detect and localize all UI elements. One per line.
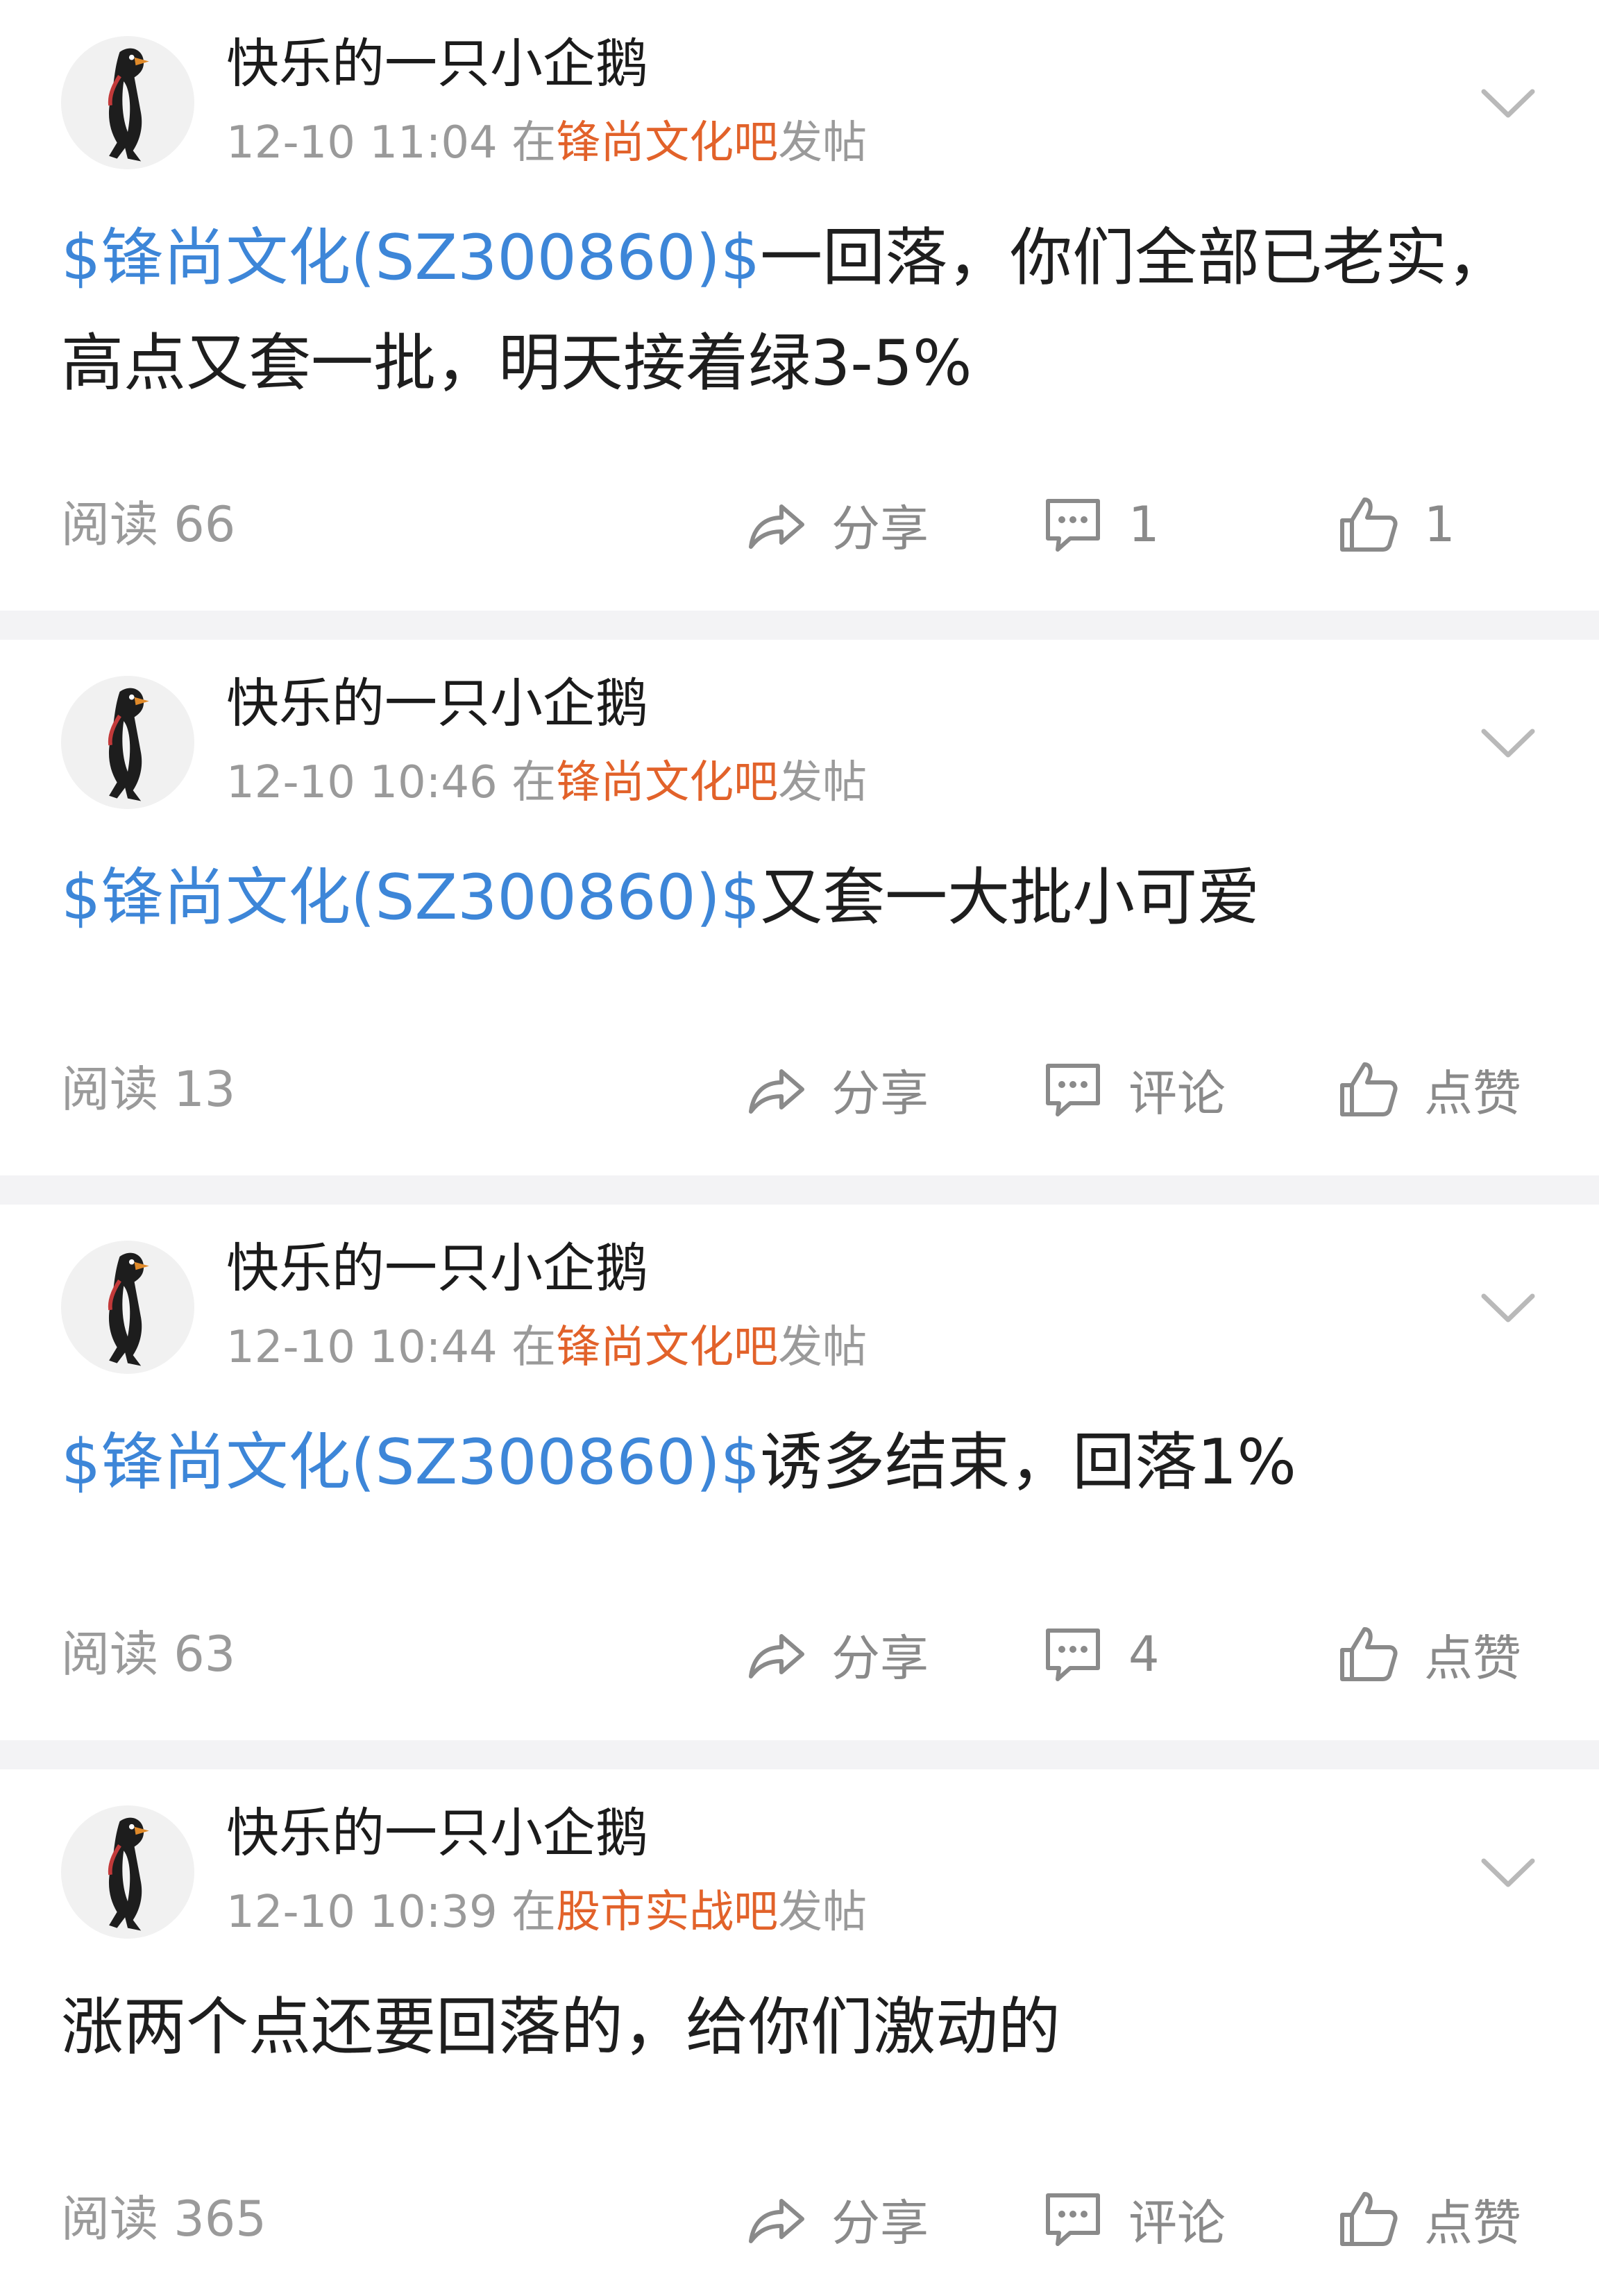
forum-link[interactable]: 锋尚文化吧	[556, 1322, 778, 1373]
share-label: 分享	[831, 1064, 929, 1122]
comment-button[interactable]: 4	[1038, 1613, 1160, 1696]
post-feed: 快乐的一只小企鹅 12-10 11:04 在锋尚文化吧发帖 $锋尚文化(SZ30…	[0, 0, 1599, 2296]
read-count: 阅读 365	[61, 2191, 266, 2247]
post-meta: 12-10 10:39 在股市实战吧发帖	[226, 1885, 867, 1940]
comment-bubble-icon	[1046, 2193, 1100, 2246]
share-button[interactable]: 分享	[741, 2177, 929, 2261]
share-button[interactable]: 分享	[741, 1613, 929, 1696]
post-content[interactable]: $锋尚文化(SZ300860)$诱多结束，回落1%	[61, 1410, 1532, 1515]
post-content[interactable]: $锋尚文化(SZ300860)$一回落，你们全部已老实，高点又套一批，明天接着绿…	[61, 205, 1532, 416]
post-time: 12-10 10:46	[226, 757, 498, 808]
like-label: 点赞	[1424, 2194, 1521, 2252]
meta-prefix: 在	[497, 1322, 557, 1373]
post-time: 12-10 11:04	[226, 117, 498, 169]
post-actions: 阅读 66 分享 1 1	[0, 483, 1599, 566]
post-card[interactable]: 快乐的一只小企鹅 12-10 10:44 在锋尚文化吧发帖 $锋尚文化(SZ30…	[0, 1205, 1599, 1740]
post-actions: 阅读 365 分享 评论 点赞	[0, 2177, 1599, 2261]
post-card[interactable]: 快乐的一只小企鹅 12-10 11:04 在锋尚文化吧发帖 $锋尚文化(SZ30…	[0, 0, 1599, 611]
chevron-down-icon[interactable]	[1470, 1846, 1546, 1901]
divider	[0, 1740, 1599, 1769]
read-count: 阅读 63	[61, 1626, 236, 1683]
comment-button[interactable]: 1	[1038, 483, 1160, 566]
share-label: 分享	[831, 500, 929, 557]
like-label: 点赞	[1424, 1064, 1521, 1122]
post-content[interactable]: 涨两个点还要回落的，给你们激动的	[61, 1975, 1532, 2080]
like-button[interactable]: 1	[1334, 483, 1455, 566]
comment-label: 评论	[1128, 1064, 1226, 1122]
share-button[interactable]: 分享	[741, 1048, 929, 1131]
chevron-down-icon[interactable]	[1470, 1281, 1546, 1336]
meta-suffix: 发帖	[778, 1322, 868, 1373]
chevron-down-icon[interactable]	[1470, 716, 1546, 772]
thumbs-up-icon	[1340, 498, 1398, 552]
thumbs-up-icon	[1340, 1627, 1398, 1681]
share-button[interactable]: 分享	[741, 483, 929, 566]
post-meta: 12-10 10:46 在锋尚文化吧发帖	[226, 755, 867, 810]
stock-tag-link[interactable]: $锋尚文化(SZ300860)$	[61, 861, 760, 934]
post-time: 12-10 10:39	[226, 1887, 498, 1938]
username[interactable]: 快乐的一只小企鹅	[226, 31, 648, 97]
username[interactable]: 快乐的一只小企鹅	[226, 1235, 648, 1302]
share-arrow-icon	[749, 2199, 804, 2243]
meta-prefix: 在	[497, 1887, 557, 1938]
comment-bubble-icon	[1046, 1064, 1100, 1116]
comment-button[interactable]: 评论	[1038, 1048, 1226, 1131]
comment-count: 1	[1128, 496, 1160, 553]
forum-link[interactable]: 锋尚文化吧	[556, 117, 778, 169]
share-arrow-icon	[749, 1634, 804, 1678]
post-time: 12-10 10:44	[226, 1322, 498, 1373]
post-actions: 阅读 13 分享 评论 点赞	[0, 1048, 1599, 1131]
post-meta: 12-10 10:44 在锋尚文化吧发帖	[226, 1320, 867, 1375]
penguin-avatar-icon[interactable]	[61, 1805, 194, 1939]
chevron-down-icon[interactable]	[1470, 76, 1546, 132]
comment-button[interactable]: 评论	[1038, 2177, 1226, 2261]
comment-label: 评论	[1128, 2194, 1226, 2252]
like-count: 1	[1424, 496, 1455, 553]
penguin-avatar-icon[interactable]	[61, 36, 194, 169]
divider	[0, 1175, 1599, 1205]
divider	[0, 611, 1599, 640]
meta-suffix: 发帖	[778, 757, 868, 808]
post-meta: 12-10 11:04 在锋尚文化吧发帖	[226, 115, 867, 171]
post-content[interactable]: $锋尚文化(SZ300860)$又套一大批小可爱	[61, 845, 1532, 951]
post-text: 诱多结束，回落1%	[760, 1426, 1296, 1499]
like-label: 点赞	[1424, 1629, 1521, 1687]
forum-link[interactable]: 锋尚文化吧	[556, 757, 778, 808]
thumbs-up-icon	[1340, 1062, 1398, 1116]
share-label: 分享	[831, 1629, 929, 1687]
penguin-avatar-icon[interactable]	[61, 1241, 194, 1374]
comment-bubble-icon	[1046, 499, 1100, 552]
read-count: 阅读 13	[61, 1061, 236, 1118]
share-label: 分享	[831, 2194, 929, 2252]
post-card[interactable]: 快乐的一只小企鹅 12-10 10:46 在锋尚文化吧发帖 $锋尚文化(SZ30…	[0, 640, 1599, 1175]
meta-suffix: 发帖	[778, 117, 868, 169]
read-count: 阅读 66	[61, 496, 236, 553]
like-button[interactable]: 点赞	[1334, 1048, 1521, 1131]
meta-prefix: 在	[497, 117, 557, 169]
share-arrow-icon	[749, 504, 804, 549]
forum-link[interactable]: 股市实战吧	[556, 1887, 778, 1938]
meta-prefix: 在	[497, 757, 557, 808]
meta-suffix: 发帖	[778, 1887, 868, 1938]
thumbs-up-icon	[1340, 2192, 1398, 2246]
comment-count: 4	[1128, 1626, 1160, 1683]
username[interactable]: 快乐的一只小企鹅	[226, 1800, 648, 1866]
comment-bubble-icon	[1046, 1629, 1100, 1681]
post-text: 涨两个点还要回落的，给你们激动的	[61, 1991, 1060, 2064]
like-button[interactable]: 点赞	[1334, 2177, 1521, 2261]
penguin-avatar-icon[interactable]	[61, 676, 194, 809]
username[interactable]: 快乐的一只小企鹅	[226, 670, 648, 737]
share-arrow-icon	[749, 1069, 804, 1114]
post-actions: 阅读 63 分享 4 点赞	[0, 1613, 1599, 1696]
post-text: 又套一大批小可爱	[760, 861, 1260, 934]
stock-tag-link[interactable]: $锋尚文化(SZ300860)$	[61, 221, 760, 294]
stock-tag-link[interactable]: $锋尚文化(SZ300860)$	[61, 1426, 760, 1499]
like-button[interactable]: 点赞	[1334, 1613, 1521, 1696]
post-card[interactable]: 快乐的一只小企鹅 12-10 10:39 在股市实战吧发帖 涨两个点还要回落的，…	[0, 1769, 1599, 2296]
